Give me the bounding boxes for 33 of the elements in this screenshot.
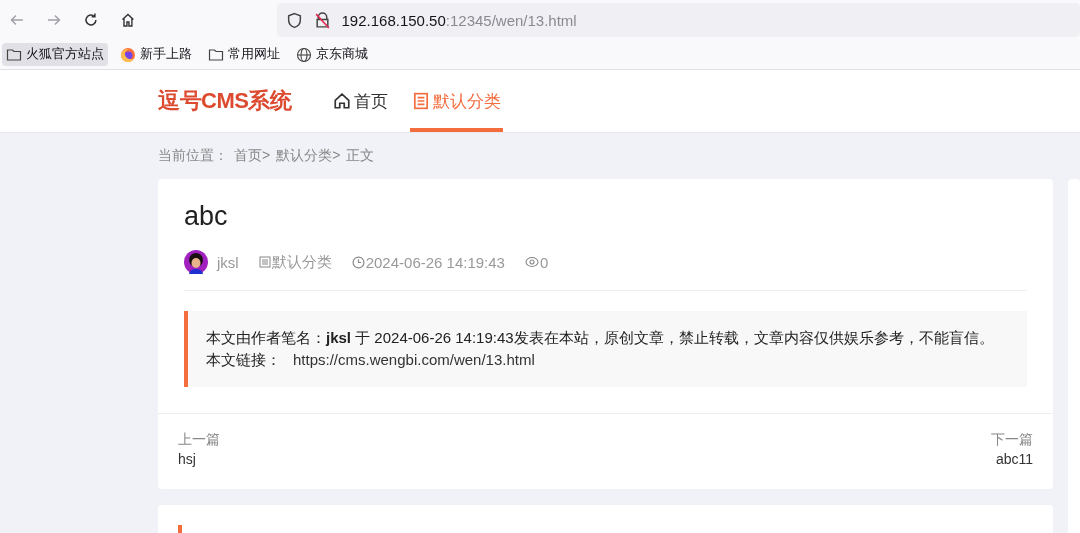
url-text: 192.168.150.50:12345/wen/13.html (341, 11, 577, 29)
view-count: 0 (539, 253, 549, 271)
category-icon (258, 256, 271, 268)
clock-icon (351, 255, 365, 269)
fox-globe-icon (120, 46, 136, 63)
avatar (184, 250, 208, 274)
address-bar[interactable]: 192.168.150.50:12345/wen/13.html (276, 3, 1080, 37)
reload-icon[interactable] (82, 12, 99, 28)
home-icon (333, 92, 352, 110)
next-article-link[interactable]: abc11 (991, 451, 1033, 467)
bookmark-item[interactable]: 新手上路 (116, 43, 196, 66)
prev-article-link[interactable]: hsj (178, 451, 220, 467)
article-title: abc (184, 201, 229, 232)
globe-icon (296, 46, 312, 63)
nav-tab[interactable]: 首页 (331, 70, 391, 132)
insecure-lock-icon (313, 11, 331, 29)
home-icon[interactable] (119, 12, 136, 28)
shield-icon (285, 11, 303, 29)
folder-icon (6, 46, 22, 63)
article-link[interactable]: https://cms.wengbi.com/wen/13.html (293, 349, 535, 371)
site-logo[interactable]: 逗号CMS系统 (158, 86, 292, 116)
breadcrumb-label: 当前位置： (158, 147, 228, 165)
eye-icon (524, 256, 539, 268)
next-label: 下一篇 (991, 431, 1033, 449)
bookmark-item[interactable]: 常用网址 (204, 43, 284, 66)
bookmark-item[interactable]: 火狐官方站点 (2, 43, 108, 66)
notice-text: 本文由作者笔名：jksl 于 2024-06-26 14:19:43发表在本站，原创文章，禁止转载，文章内容仅供娱乐参考，不能盲信。 (206, 329, 994, 346)
publish-date: 2024-06-26 14:19:43 (365, 253, 505, 271)
bookmark-item[interactable]: 京东商城 (292, 43, 372, 66)
document-icon (412, 92, 431, 110)
prev-label: 上一篇 (178, 431, 220, 449)
link-label: 本文链接： (206, 350, 281, 370)
folder-icon (208, 46, 224, 63)
